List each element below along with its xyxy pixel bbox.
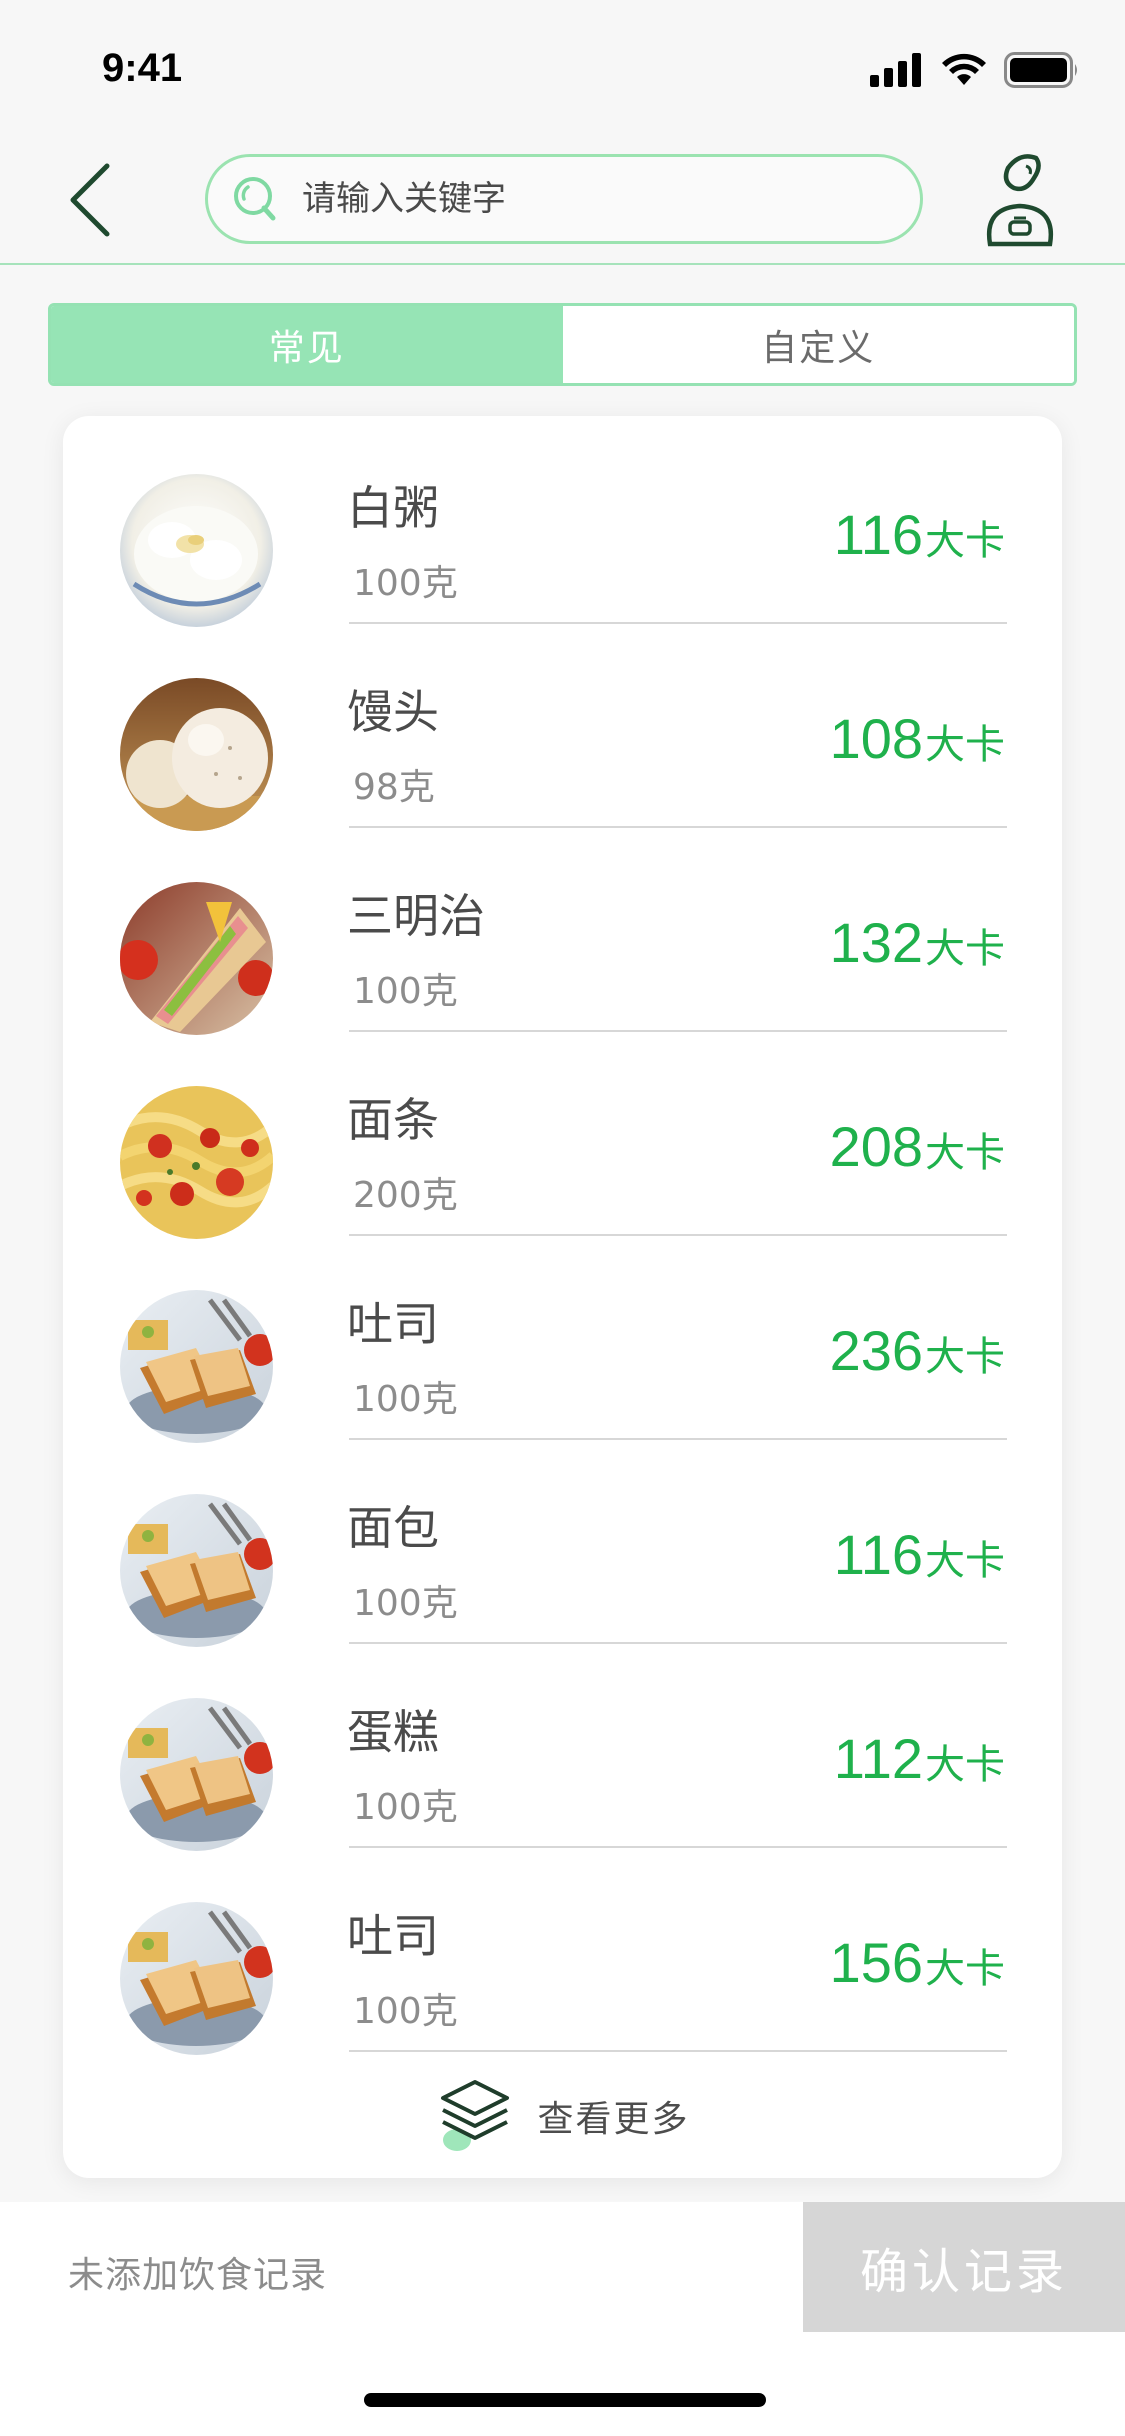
food-calories: 116 大卡 [834,502,1005,567]
calorie-unit: 大卡 [925,1334,1005,1380]
food-name: 面条 [347,1093,439,1147]
layers-icon [441,2080,510,2151]
user-scale-icon [986,154,1054,247]
food-name: 白粥 [347,481,439,535]
calorie-unit: 大卡 [925,1538,1005,1584]
calorie-unit: 大卡 [925,722,1005,768]
sandwich-image [120,882,273,1035]
calorie-unit: 大卡 [925,518,1005,564]
food-item[interactable]: 白粥 100克 116 大卡 [63,416,1062,627]
noodles-image [120,1086,273,1239]
signal-icon [870,53,921,87]
food-calories: 116 大卡 [834,1522,1005,1587]
home-indicator[interactable] [364,2393,766,2407]
calorie-unit: 大卡 [925,1130,1005,1176]
home-area [0,2332,1125,2436]
food-calories: 108 大卡 [830,706,1005,771]
food-weight: 100克 [353,563,458,604]
food-item[interactable]: 吐司 100克 156 大卡 [63,1844,1062,2055]
food-name: 三明治 [347,889,485,943]
food-calories: 112 大卡 [834,1726,1005,1791]
food-weight: 100克 [353,1787,458,1828]
food-weight: 100克 [353,1583,458,1624]
food-weight: 200克 [353,1175,458,1216]
calorie-value: 108 [829,707,923,770]
search-icon [234,177,276,221]
food-name: 吐司 [347,1909,439,1963]
food-item[interactable]: 吐司 100克 236 大卡 [63,1232,1062,1443]
toast-image [120,1290,273,1443]
record-status-text: 未添加饮食记录 [68,2255,328,2296]
food-calories: 236 大卡 [830,1318,1005,1383]
confirm-record-button[interactable]: 确认记录 [803,2202,1125,2332]
food-item[interactable]: 面包 100克 116 大卡 [63,1436,1062,1647]
tab-common[interactable]: 常见 [51,306,563,383]
calorie-value: 236 [829,1319,923,1382]
status-icons [870,50,1080,90]
toast-image [120,1902,273,2055]
calorie-value: 208 [829,1115,923,1178]
calorie-unit: 大卡 [925,1946,1005,1992]
calorie-value: 156 [829,1931,923,1994]
food-item[interactable]: 馒头 98克 108 大卡 [63,620,1062,831]
food-weight: 100克 [353,971,458,1012]
back-chevron-icon [70,163,110,237]
status-time: 9:41 [102,46,183,90]
food-name: 蛋糕 [347,1705,439,1759]
profile-button[interactable] [980,148,1060,253]
bottom-bar: 未添加饮食记录 确认记录 [0,2202,1125,2332]
divider [349,2050,1007,2052]
tab-custom[interactable]: 自定义 [562,306,1074,383]
food-calories: 132 大卡 [830,910,1005,975]
bread-image [120,1494,273,1647]
calorie-value: 116 [833,503,923,566]
rice-porridge-image [120,474,273,627]
calorie-unit: 大卡 [925,926,1005,972]
food-weight: 98克 [353,767,435,808]
food-calories: 208 大卡 [830,1114,1005,1179]
calorie-unit: 大卡 [925,1742,1005,1788]
steamed-bun-image [120,678,273,831]
food-name: 面包 [347,1501,439,1555]
search-input[interactable] [300,171,880,227]
back-button[interactable] [55,150,125,250]
cake-image [120,1698,273,1851]
food-card: 白粥 100克 116 大卡 馒头 98克 108 大卡 三明治 100克 13… [63,416,1062,2178]
food-weight: 100克 [353,1379,458,1420]
nav-bar [0,140,1125,265]
food-item[interactable]: 蛋糕 100克 112 大卡 [63,1640,1062,1851]
food-item[interactable]: 三明治 100克 132 大卡 [63,824,1062,1035]
view-more-button[interactable]: 查看更多 [63,2066,1062,2166]
calorie-value: 116 [833,1523,923,1586]
calorie-value: 132 [829,911,923,974]
status-bar: 9:41 [0,0,1125,140]
calorie-value: 112 [833,1727,923,1790]
food-name: 馒头 [347,685,439,739]
search-box[interactable] [205,154,923,244]
food-item[interactable]: 面条 200克 208 大卡 [63,1028,1062,1239]
battery-icon [1004,52,1077,88]
food-name: 吐司 [347,1297,439,1351]
food-weight: 100克 [353,1991,458,2032]
view-more-label: 查看更多 [537,2099,690,2140]
tab-bar: 常见 自定义 [48,303,1077,386]
wifi-icon [942,53,986,85]
food-calories: 156 大卡 [830,1930,1005,1995]
